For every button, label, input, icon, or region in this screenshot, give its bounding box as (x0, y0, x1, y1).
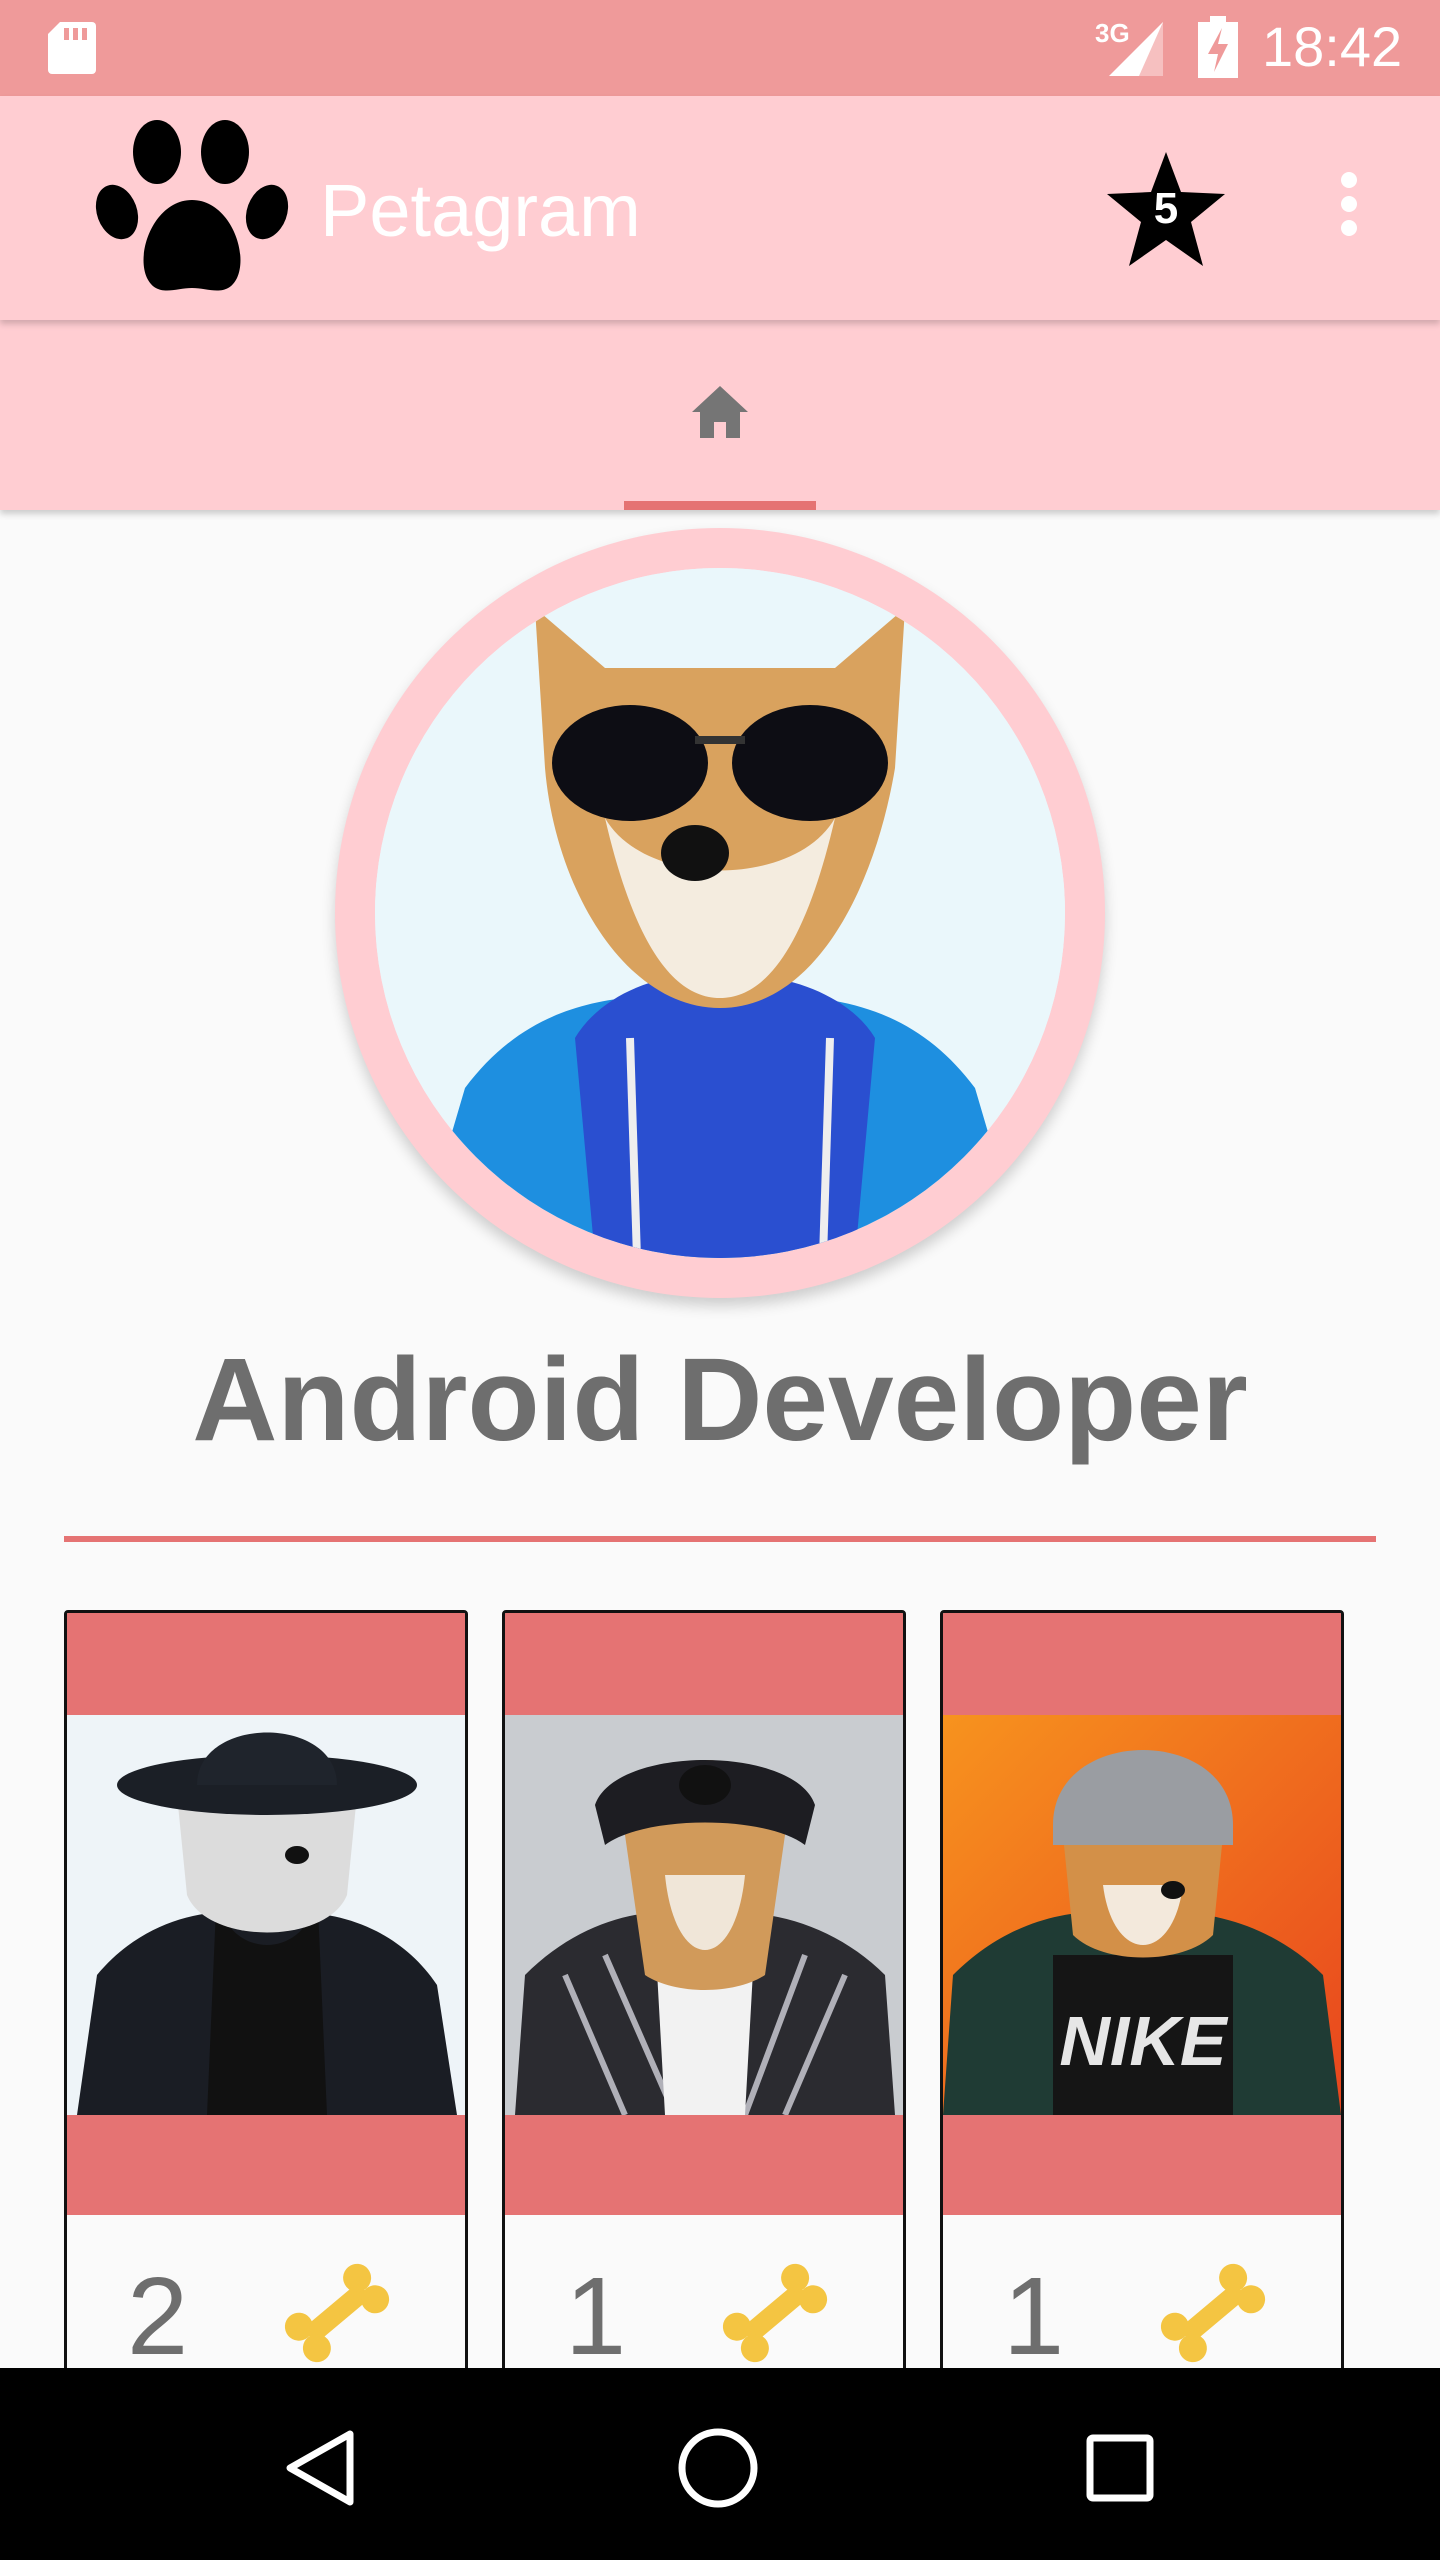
bone-icon[interactable] (1153, 2253, 1273, 2373)
recents-icon[interactable] (1084, 2432, 1156, 2504)
overflow-menu-icon[interactable] (1330, 172, 1368, 248)
pet-photo (505, 1715, 903, 2115)
bone-icon[interactable] (277, 2253, 397, 2373)
clock: 18:42 (1262, 15, 1403, 78)
app-title: Petagram (320, 169, 641, 252)
like-count: 1 (1003, 2255, 1065, 2378)
card-footer (505, 2115, 903, 2215)
svg-text:NIKE: NIKE (1059, 2002, 1229, 2080)
section-divider (64, 1536, 1376, 1542)
pet-card[interactable]: 2 (64, 1610, 468, 2490)
back-icon[interactable] (280, 2426, 360, 2510)
card-footer (67, 2115, 465, 2215)
app-bar: Petagram 5 (0, 96, 1440, 320)
pet-card[interactable]: NIKE 1 (940, 1610, 1344, 2490)
profile-photo (375, 568, 1065, 1258)
card-footer (943, 2115, 1341, 2215)
home-icon (692, 386, 748, 438)
like-count: 2 (127, 2255, 189, 2378)
favorites-count: 5 (1153, 184, 1179, 233)
home-button-icon[interactable] (676, 2426, 760, 2510)
tab-indicator (624, 501, 816, 510)
tab-home[interactable] (624, 320, 816, 510)
paw-icon (95, 120, 289, 291)
pet-photo: NIKE (943, 1715, 1341, 2115)
pet-card[interactable]: 1 (502, 1610, 906, 2490)
favorites-button[interactable]: 5 (1105, 150, 1227, 268)
sd-card-icon (48, 22, 96, 74)
card-header (67, 1613, 465, 1715)
card-header (943, 1613, 1341, 1715)
profile-avatar-ring (335, 528, 1105, 1298)
bone-icon[interactable] (715, 2253, 835, 2373)
status-bar: 3G 18:42 (0, 0, 1440, 96)
tab-bar (0, 320, 1440, 510)
pet-photo (67, 1715, 465, 2115)
card-header (505, 1613, 903, 1715)
profile-name: Android Developer (192, 1334, 1248, 1466)
network-type: 3G (1095, 18, 1130, 48)
battery-icon (1198, 16, 1238, 78)
like-count: 1 (565, 2255, 627, 2378)
navigation-bar (0, 2368, 1440, 2560)
